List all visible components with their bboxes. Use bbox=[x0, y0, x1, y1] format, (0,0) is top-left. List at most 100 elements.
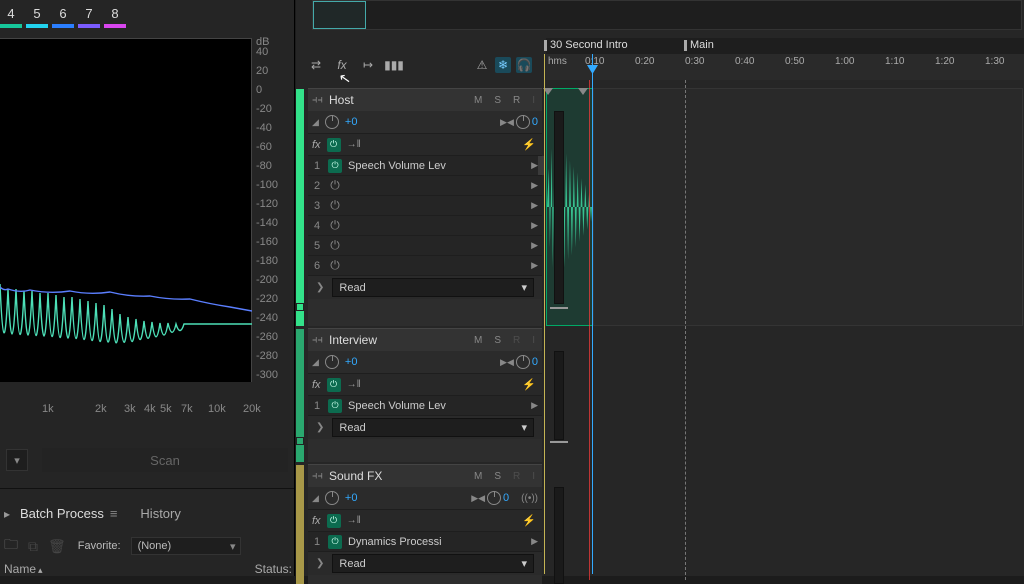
chip-5[interactable]: 5 bbox=[26, 2, 48, 24]
track-handle-icon[interactable]: ⫞⫞ bbox=[312, 94, 323, 107]
markers-row[interactable]: 30 Second Intro Main bbox=[546, 38, 1024, 54]
volume-value[interactable]: +0 bbox=[345, 356, 358, 368]
record-button[interactable]: R bbox=[510, 95, 523, 106]
status-column[interactable]: Status: bbox=[255, 562, 292, 576]
chevron-right-icon[interactable]: ▶ bbox=[531, 160, 538, 171]
input-monitor-button[interactable]: I bbox=[529, 471, 538, 482]
pan-value[interactable]: 0 bbox=[503, 492, 509, 504]
expand-icon[interactable]: ▸ bbox=[4, 507, 14, 521]
chip-7[interactable]: 7 bbox=[78, 2, 100, 24]
color-chip-row: 4 5 6 7 8 bbox=[0, 0, 294, 30]
pan-value[interactable]: 0 bbox=[532, 356, 538, 368]
volume-knob[interactable] bbox=[325, 115, 339, 129]
rack-icon[interactable]: →‖ bbox=[347, 515, 361, 526]
mute-button[interactable]: M bbox=[471, 95, 485, 106]
slot-5[interactable]: 5⏻▶ bbox=[308, 235, 542, 255]
fx-power-button[interactable]: ⏻ bbox=[327, 138, 341, 152]
track-name[interactable]: Host bbox=[329, 93, 465, 107]
chip-8[interactable]: 8 bbox=[104, 2, 126, 24]
loop-toggle-icon[interactable]: ⇄ bbox=[308, 57, 324, 73]
rack-icon[interactable]: →‖ bbox=[347, 379, 361, 390]
track-handle-icon[interactable]: ⫞⫞ bbox=[312, 470, 323, 483]
solo-button[interactable]: S bbox=[491, 335, 504, 346]
name-column[interactable]: Name bbox=[4, 562, 36, 576]
loop-out-icon[interactable] bbox=[578, 88, 588, 95]
chevron-right-icon[interactable]: ❯ bbox=[316, 558, 324, 569]
copy-icon[interactable]: ⧉ bbox=[28, 538, 38, 555]
fx-power-button[interactable]: ⏻ bbox=[327, 378, 341, 392]
batch-process-tab[interactable]: Batch Process bbox=[20, 506, 104, 521]
automation-mode-select[interactable]: Read▾ bbox=[332, 554, 534, 573]
mute-button[interactable]: M bbox=[471, 335, 485, 346]
scan-dropdown[interactable]: ▾ bbox=[6, 449, 28, 471]
track-name[interactable]: Sound FX bbox=[329, 469, 465, 483]
slot-1[interactable]: 1 ⏻ Speech Volume Lev ▶ bbox=[308, 395, 542, 415]
sends-icon[interactable]: ↦ bbox=[360, 57, 376, 73]
track-select-host[interactable] bbox=[296, 303, 304, 311]
slot-power-on[interactable]: ⏻ bbox=[328, 535, 342, 549]
pan-knob[interactable] bbox=[516, 355, 530, 369]
track-color-soundfx[interactable] bbox=[296, 465, 304, 584]
solo-button[interactable]: S bbox=[491, 471, 504, 482]
slot-power-on[interactable]: ⏻ bbox=[328, 399, 342, 413]
fx-power-button[interactable]: ⏻ bbox=[327, 514, 341, 528]
slot-1[interactable]: 1 ⏻ Speech Volume Lev ▶ bbox=[308, 155, 542, 175]
slot-4[interactable]: 4⏻▶ bbox=[308, 215, 542, 235]
chevron-right-icon[interactable]: ❯ bbox=[316, 282, 324, 293]
track-handle-icon[interactable]: ⫞⫞ bbox=[312, 334, 323, 347]
pan-knob[interactable] bbox=[516, 115, 530, 129]
playhead[interactable] bbox=[592, 54, 593, 574]
automation-mode-select[interactable]: Read▾ bbox=[332, 278, 534, 297]
fader-mark[interactable] bbox=[550, 441, 568, 443]
overview-selection[interactable] bbox=[313, 1, 366, 29]
record-button[interactable]: R bbox=[510, 471, 523, 482]
slot-power-on[interactable]: ⏻ bbox=[328, 159, 342, 173]
pan-value[interactable]: 0 bbox=[532, 116, 538, 128]
fader-mark[interactable] bbox=[550, 307, 568, 309]
panel-menu-icon[interactable]: ≡ bbox=[110, 506, 117, 521]
history-tab[interactable]: History bbox=[140, 506, 180, 521]
solo-button[interactable]: S bbox=[491, 95, 504, 106]
sort-icon[interactable]: ▴ bbox=[38, 565, 43, 575]
folder-icon[interactable]: 🗀 bbox=[4, 534, 18, 558]
input-monitor-button[interactable]: I bbox=[529, 335, 538, 346]
eq-icon[interactable]: ▮▮▮ bbox=[386, 57, 402, 73]
chip-6[interactable]: 6 bbox=[52, 2, 74, 24]
scan-button[interactable]: Scan bbox=[42, 448, 288, 472]
rack-icon[interactable]: →‖ bbox=[347, 139, 361, 150]
sends-icon[interactable]: ((•)) bbox=[521, 493, 538, 504]
slot-1[interactable]: 1 ⏻ Dynamics Processi ▶ bbox=[308, 531, 542, 551]
input-monitor-button[interactable]: I bbox=[529, 95, 538, 106]
slot-6[interactable]: 6⏻▶ bbox=[308, 255, 542, 275]
track-color-host[interactable] bbox=[296, 89, 304, 326]
overview-bar[interactable] bbox=[312, 0, 1022, 30]
snap-icon[interactable]: ❄ bbox=[495, 57, 511, 73]
chip-4[interactable]: 4 bbox=[0, 2, 22, 24]
favorite-select[interactable]: (None) bbox=[131, 537, 241, 555]
volume-knob[interactable] bbox=[325, 491, 339, 505]
volume-knob[interactable] bbox=[325, 355, 339, 369]
record-button[interactable]: R bbox=[510, 335, 523, 346]
pan-knob[interactable] bbox=[487, 491, 501, 505]
time-ruler[interactable]: hms 0:10 0:20 0:30 0:40 0:50 1:00 1:10 1… bbox=[546, 54, 1024, 80]
fx-bypass-icon[interactable]: ⚡ bbox=[522, 378, 536, 391]
slot-2[interactable]: 2⏻▶ bbox=[308, 175, 542, 195]
volume-value[interactable]: +0 bbox=[345, 492, 358, 504]
marker-main[interactable]: Main bbox=[686, 38, 714, 53]
marker-intro[interactable]: 30 Second Intro bbox=[546, 38, 628, 53]
headphones-icon[interactable]: 🎧 bbox=[516, 57, 532, 73]
volume-value[interactable]: +0 bbox=[345, 116, 358, 128]
in-point-line[interactable] bbox=[544, 54, 545, 574]
slot-3[interactable]: 3⏻▶ bbox=[308, 195, 542, 215]
trash-icon[interactable]: 🗑 bbox=[48, 538, 66, 555]
warning-icon[interactable]: ⚠ bbox=[474, 57, 490, 73]
fx-bypass-icon[interactable]: ⚡ bbox=[522, 514, 536, 527]
automation-mode-select[interactable]: Read▾ bbox=[332, 418, 534, 437]
spectrum-plot[interactable] bbox=[0, 38, 252, 382]
track-name[interactable]: Interview bbox=[329, 333, 465, 347]
favorite-row: 🗀 ⧉ 🗑 Favorite: (None) bbox=[4, 534, 241, 558]
chevron-right-icon[interactable]: ❯ bbox=[316, 422, 324, 433]
fx-bypass-icon[interactable]: ⚡ bbox=[522, 138, 536, 151]
mute-button[interactable]: M bbox=[471, 471, 485, 482]
track-select-interview[interactable] bbox=[296, 437, 304, 445]
